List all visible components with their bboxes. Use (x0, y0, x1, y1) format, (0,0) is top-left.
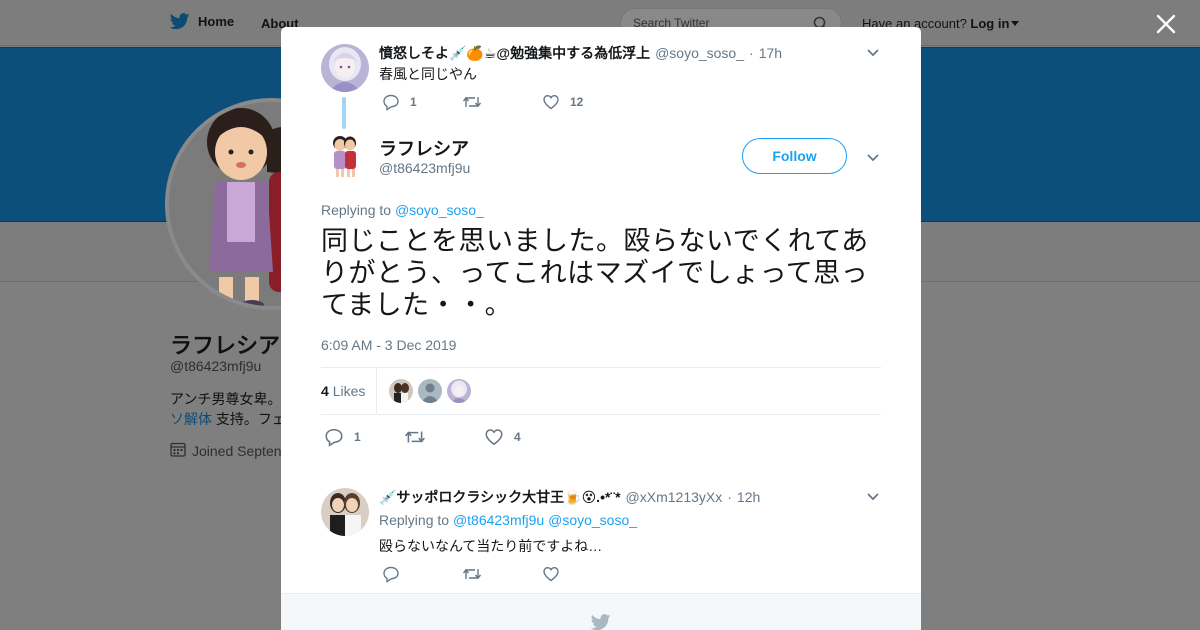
profile-handle: @t86423mfj9u (170, 358, 262, 374)
joined-date: Joined Septen (170, 441, 282, 460)
tweet-actions (382, 565, 560, 583)
likes-count-link[interactable]: 4 Likes (321, 383, 365, 399)
like-button[interactable]: 4 (484, 427, 521, 447)
tweet-permalink-modal: 憤怒しそよ💉🍊☕@勉強集中する為低浮上 @soyo_soso_ · 17h 春風… (281, 27, 921, 630)
modal-scroll-area[interactable]: 憤怒しそよ💉🍊☕@勉強集中する為低浮上 @soyo_soso_ · 17h 春風… (281, 27, 921, 593)
mention-link[interactable]: @soyo_soso_ (395, 202, 484, 218)
tweet-timestamp[interactable]: 12h (737, 489, 760, 505)
likes-label: Likes (332, 383, 366, 399)
reply-button[interactable]: 1 (382, 93, 462, 111)
reply-count: 1 (410, 95, 417, 109)
tweet-author-handle[interactable]: @soyo_soso_ (655, 45, 744, 61)
mention-link[interactable]: @t86423mfj9u (453, 512, 544, 528)
chevron-down-icon[interactable] (865, 488, 881, 504)
thread-connector (342, 97, 346, 129)
retweet-icon (404, 427, 426, 447)
tweet-timestamp[interactable]: 6:09 AM - 3 Dec 2019 (321, 337, 456, 353)
tweet-author-name[interactable]: ラフレシア (379, 135, 469, 161)
avatar[interactable] (321, 131, 369, 179)
profile-bio-line: ソ解体 支持。フェ (170, 409, 286, 429)
heart-icon (542, 93, 560, 111)
chevron-down-icon[interactable] (865, 149, 881, 165)
joined-label: Joined Septen (192, 442, 282, 459)
heart-icon (542, 565, 560, 583)
tweet-author-handle[interactable]: @xXm1213yXx (626, 489, 723, 505)
avatar[interactable] (321, 44, 369, 92)
calendar-icon (170, 441, 186, 460)
tweet-header: 憤怒しそよ💉🍊☕@勉強集中する為低浮上 @soyo_soso_ · 17h (379, 43, 782, 63)
heart-icon (484, 427, 504, 447)
like-button[interactable] (542, 565, 560, 583)
replying-to: Replying to @t86423mfj9u @soyo_soso_ (379, 512, 637, 528)
profile-name: ラフレシア (170, 333, 281, 358)
chevron-down-icon[interactable] (865, 44, 881, 60)
bio-text: 支持。フェ (212, 411, 286, 427)
separator-dot: · (727, 489, 732, 505)
follow-button[interactable]: Follow (742, 138, 847, 174)
replying-to-label: Replying to (321, 202, 392, 218)
liker-avatar[interactable] (418, 379, 442, 403)
retweet-icon (462, 565, 482, 583)
like-count: 12 (570, 95, 584, 109)
close-icon[interactable] (1154, 12, 1178, 36)
reply-icon (324, 427, 344, 447)
home-link[interactable]: Home (170, 13, 234, 30)
retweet-button[interactable] (462, 93, 542, 111)
home-label: Home (198, 14, 235, 29)
modal-footer (281, 593, 921, 630)
likes-number: 4 (321, 383, 329, 399)
tweet-text: 同じことを思いました。殴らないでくれてありがとう、ってこれはマズイでしょって思っ… (321, 226, 869, 321)
login-link[interactable]: Log in (970, 16, 1009, 31)
tweet-actions: 1 4 (324, 427, 521, 447)
like-count: 4 (514, 430, 521, 444)
liker-avatar[interactable] (389, 379, 413, 403)
replying-to: Replying to @soyo_soso_ (321, 202, 484, 218)
mention-link[interactable]: @soyo_soso_ (548, 512, 637, 528)
retweet-button[interactable] (404, 427, 484, 447)
tweet-text: 春風と同じやん (379, 66, 477, 82)
separator-dot: · (749, 45, 754, 61)
tweet-author-name[interactable]: 憤怒しそよ💉🍊☕@勉強集中する為低浮上 (379, 43, 650, 63)
likes-summary: 4 Likes (321, 367, 881, 415)
tweet-header: 💉サッポロクラシック大甘王🍺😵.•*¨* @xXm1213yXx · 12h (379, 487, 760, 507)
profile-bio-line: アンチ男尊女卑。 (170, 391, 282, 407)
avatar[interactable] (321, 488, 369, 536)
tweet-actions: 1 12 (382, 93, 583, 111)
tweet-text: 殴らないなんて当たり前ですよね… (379, 538, 603, 554)
tweet-author-handle[interactable]: @t86423mfj9u (379, 160, 470, 176)
retweet-button[interactable] (462, 565, 542, 583)
bio-hashtag-link[interactable]: ソ解体 (170, 411, 212, 427)
reply-icon (382, 93, 400, 111)
retweet-icon (462, 93, 482, 111)
chevron-down-icon[interactable] (1011, 21, 1020, 26)
reply-icon (382, 565, 400, 583)
twitter-bird-icon (170, 13, 190, 30)
tweet-author-name[interactable]: 💉サッポロクラシック大甘王🍺😵.•*¨* (379, 487, 621, 507)
twitter-bird-icon (590, 614, 611, 630)
reply-button[interactable] (382, 565, 462, 583)
reply-count: 1 (354, 430, 361, 444)
like-button[interactable]: 12 (542, 93, 583, 111)
divider (376, 368, 377, 414)
tweet-timestamp[interactable]: 17h (759, 45, 782, 61)
liker-avatar[interactable] (447, 379, 471, 403)
replying-to-label: Replying to (379, 512, 450, 528)
reply-button[interactable]: 1 (324, 427, 404, 447)
